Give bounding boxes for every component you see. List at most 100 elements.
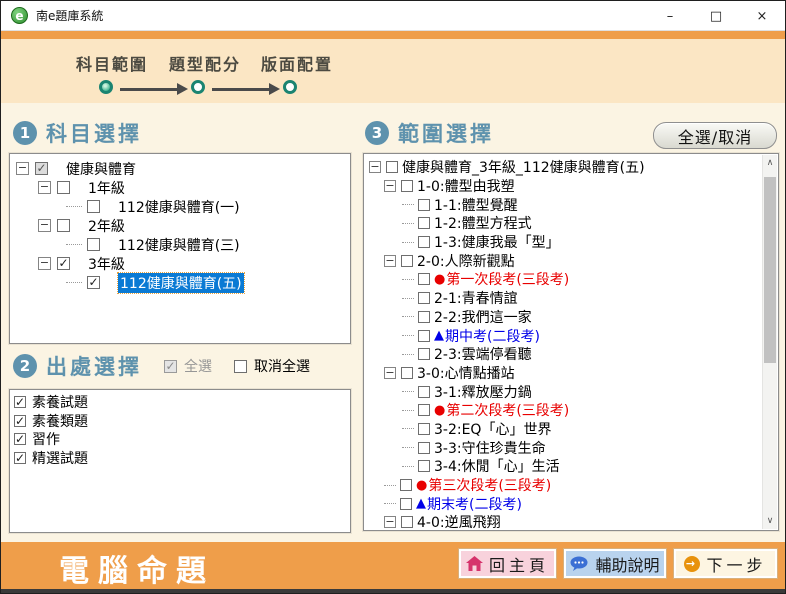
checkbox-unchecked[interactable] [418,273,430,285]
tree-item[interactable]: ▲ 期末考(二段考) [364,494,778,513]
list-item[interactable]: ✓ 素養試題 [10,393,350,412]
tree-label[interactable]: 2-3:雲端停看聽 [434,344,532,364]
collapse-toggle-icon[interactable]: − [369,161,381,173]
checkbox-unchecked[interactable] [418,292,430,304]
tree-item[interactable]: − 1-0:體型由我塑 [364,177,778,196]
tree-label[interactable]: 1-2:體型方程式 [434,213,532,233]
select-all-control[interactable]: ✓ 全選 [164,356,212,376]
deselect-all-checkbox[interactable] [234,360,247,373]
collapse-toggle-icon[interactable]: − [38,257,51,270]
help-button[interactable]: 輔助說明 [564,549,666,578]
maximize-button[interactable]: □ [693,1,739,31]
tree-item[interactable]: − ✓ 3年級 [10,254,350,273]
checkbox-checked[interactable]: ✓ [14,415,26,427]
tree-item[interactable]: ● 第二次段考(三段考) [364,401,778,420]
minimize-button[interactable]: – [647,1,693,31]
tree-label[interactable]: 2-0:人際新觀點 [417,251,515,271]
list-item-label[interactable]: 素養試題 [32,392,88,412]
tree-label[interactable]: 2-2:我們這一家 [434,307,532,327]
tree-item[interactable]: 2-1:青春情誼 [364,289,778,308]
checkbox-unchecked[interactable] [418,199,430,211]
checkbox-checked[interactable]: ✓ [57,257,70,270]
tree-label-exam[interactable]: 期末考(二段考) [427,494,522,514]
tree-label-selected[interactable]: 112健康與體育(五) [118,273,244,293]
scrollbar-thumb[interactable] [764,177,776,363]
scroll-down-icon[interactable]: ∨ [763,513,777,529]
tree-label-exam[interactable]: 第二次段考(三段考) [446,400,569,420]
tree-item[interactable]: 3-1:釋放壓力鍋 [364,382,778,401]
deselect-all-control[interactable]: 取消全選 [234,356,310,376]
tree-label[interactable]: 3年級 [88,254,125,274]
tree-label[interactable]: 1-3:健康我最「型」 [434,232,560,252]
checkbox-unchecked[interactable] [418,423,430,435]
tree-item[interactable]: 1-2:體型方程式 [364,214,778,233]
tree-label[interactable]: 3-2:EQ「心」世界 [434,419,551,439]
tree-item[interactable]: − ✓ 健康與體育 [10,159,350,178]
tree-item[interactable]: 1-1:體型覺醒 [364,195,778,214]
tree-item[interactable]: − 1年級 [10,178,350,197]
checkbox-checked[interactable]: ✓ [14,433,26,445]
checkbox-unchecked[interactable] [400,498,412,510]
checkbox-unchecked[interactable] [401,367,413,379]
tree-item[interactable]: ▲ 期中考(二段考) [364,326,778,345]
tree-label[interactable]: 4-0:逆風飛翔 [417,512,501,531]
checkbox-unchecked[interactable] [401,516,413,528]
tree-label[interactable]: 1年級 [88,178,125,198]
checkbox-unchecked[interactable] [418,460,430,472]
list-item-label[interactable]: 精選試題 [32,448,88,468]
select-all-checkbox[interactable]: ✓ [164,360,177,373]
checkbox-unchecked[interactable] [418,386,430,398]
next-button[interactable]: → 下一步 [674,549,777,578]
tree-label[interactable]: 3-3:守住珍貴生命 [434,438,546,458]
checkbox-unchecked[interactable] [418,236,430,248]
collapse-toggle-icon[interactable]: − [38,219,51,232]
checkbox-checked[interactable]: ✓ [14,396,26,408]
checkbox-unchecked[interactable] [401,180,413,192]
checkbox-unchecked[interactable] [87,238,100,251]
tree-label[interactable]: 3-4:休閒「心」生活 [434,456,560,476]
tree-item[interactable]: − 2年級 [10,216,350,235]
collapse-toggle-icon[interactable]: − [384,180,396,192]
tree-label[interactable]: 1-1:體型覺醒 [434,195,518,215]
checkbox-unchecked[interactable] [57,219,70,232]
tree-label-exam[interactable]: 第一次段考(三段考) [446,269,569,289]
collapse-toggle-icon[interactable]: − [38,181,51,194]
checkbox-unchecked[interactable] [57,181,70,194]
tree-label[interactable]: 112健康與體育(三) [118,235,240,255]
checkbox-unchecked[interactable] [418,348,430,360]
tree-item[interactable]: 2-3:雲端停看聽 [364,345,778,364]
tree-item[interactable]: ● 第三次段考(三段考) [364,476,778,495]
select-toggle-button[interactable]: 全選/取消 [653,122,777,149]
tree-label[interactable]: 2-1:青春情誼 [434,288,518,308]
checkbox-mixed[interactable]: ✓ [35,162,48,175]
checkbox-unchecked[interactable] [418,330,430,342]
tree-item[interactable]: 2-2:我們這一家 [364,308,778,327]
checkbox-unchecked[interactable] [87,200,100,213]
checkbox-unchecked[interactable] [401,255,413,267]
tree-item[interactable]: 1-3:健康我最「型」 [364,233,778,252]
tree-item[interactable]: − 4-0:逆風飛翔 [364,513,778,531]
tree-item[interactable]: ✓ 112健康與體育(五) [10,273,350,292]
tree-label-exam[interactable]: 期中考(二段考) [445,326,540,346]
checkbox-unchecked[interactable] [400,479,412,491]
tree-item[interactable]: − 2-0:人際新觀點 [364,251,778,270]
scroll-up-icon[interactable]: ∧ [763,155,777,171]
checkbox-checked[interactable]: ✓ [87,276,100,289]
tree-label[interactable]: 1-0:體型由我塑 [417,176,515,196]
tree-label[interactable]: 健康與體育_3年級_112健康與體育(五) [402,157,645,177]
tree-label[interactable]: 健康與體育 [66,159,136,179]
tree-item[interactable]: − 健康與體育_3年級_112健康與體育(五) [364,158,778,177]
tree-item[interactable]: 3-3:守住珍貴生命 [364,438,778,457]
list-item[interactable]: ✓ 精選試題 [10,449,350,468]
list-item-label[interactable]: 習作 [32,429,60,449]
collapse-toggle-icon[interactable]: − [384,516,396,528]
checkbox-unchecked[interactable] [418,217,430,229]
list-item[interactable]: ✓ 素養類題 [10,412,350,431]
tree-label[interactable]: 2年級 [88,216,125,236]
tree-item[interactable]: ● 第一次段考(三段考) [364,270,778,289]
tree-label[interactable]: 3-1:釋放壓力鍋 [434,382,532,402]
collapse-toggle-icon[interactable]: − [384,255,396,267]
tree-item[interactable]: 3-4:休閒「心」生活 [364,457,778,476]
list-item-label[interactable]: 素養類題 [32,411,88,431]
tree-label-exam[interactable]: 第三次段考(三段考) [428,475,551,495]
